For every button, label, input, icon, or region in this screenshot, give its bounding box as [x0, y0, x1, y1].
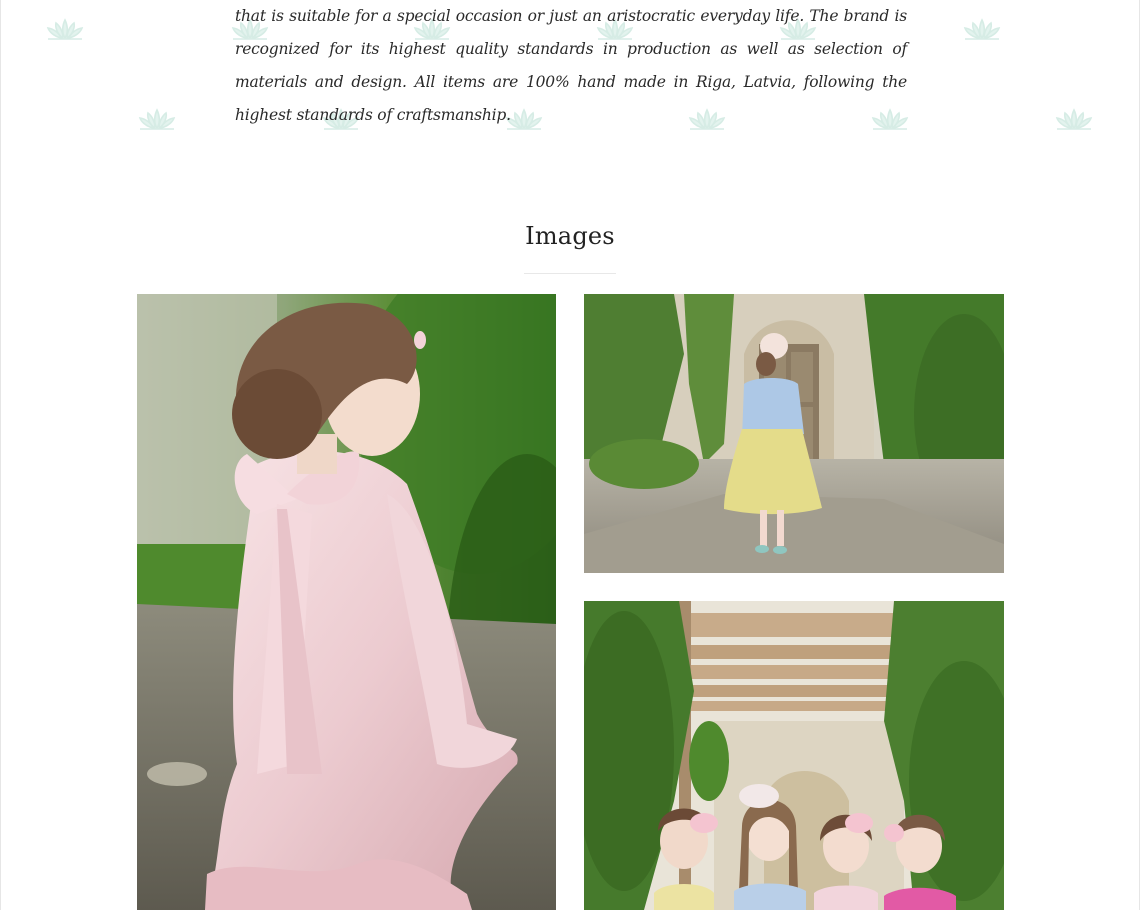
girl-in-blue-jacket-yellow-skirt-photo[interactable]	[584, 294, 1004, 573]
brand-description: that is suitable for a special occasion …	[235, 0, 907, 132]
title-divider	[524, 273, 616, 274]
images-section-title: Images	[525, 222, 615, 250]
four-girls-under-pergola-photo[interactable]	[584, 601, 1004, 910]
girl-in-pink-dress-with-bow-photo[interactable]	[137, 294, 556, 910]
brand-description-text: that is suitable for a special occasion …	[235, 7, 907, 124]
